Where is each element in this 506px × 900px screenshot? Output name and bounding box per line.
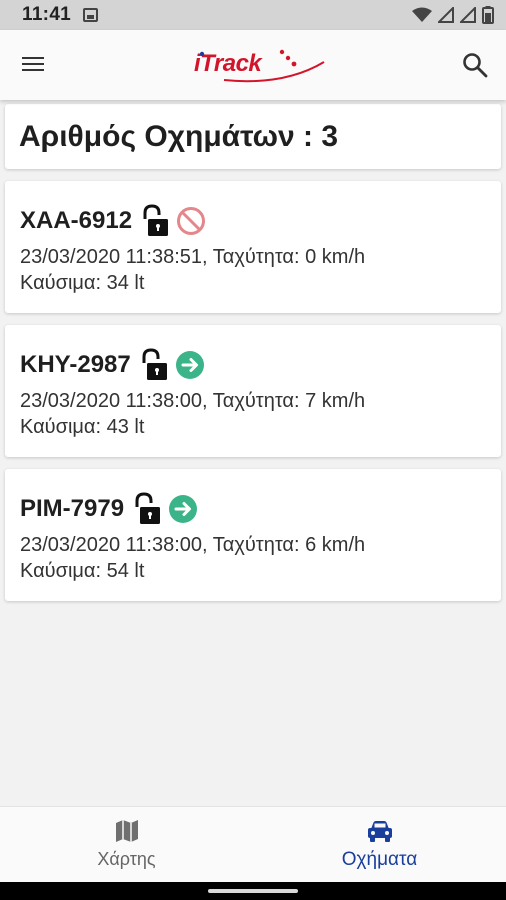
- vehicle-header: XAA-6912: [20, 203, 487, 239]
- image-icon: [83, 8, 99, 22]
- nav-label-map: Χάρτης: [97, 849, 156, 869]
- unlocked-icon: [143, 204, 169, 236]
- vehicle-fuel: Καύσιμα: 54 lt: [20, 560, 145, 582]
- signal-icon: [438, 7, 454, 23]
- blocked-icon: [177, 207, 206, 235]
- unlocked-icon: [142, 348, 167, 380]
- vehicle-list: Αριθμός Οχημάτων : 3 XAA-6912 23/03/2020…: [5, 104, 501, 601]
- vehicle-card[interactable]: XAA-6912 23/03/2020 11:38:51, Ταχύτητα: …: [5, 181, 501, 313]
- vehicle-plate: KHY-2987: [20, 351, 131, 378]
- map-icon: [115, 820, 138, 842]
- arrow-right-icon: [175, 351, 204, 379]
- arrow-right-icon: [169, 495, 198, 523]
- menu-icon[interactable]: [22, 53, 48, 77]
- vehicle-info: 23/03/2020 11:38:00, Ταχύτητα: 6 km/h: [20, 534, 366, 556]
- car-icon: [367, 820, 392, 842]
- nav-item-vehicles[interactable]: Οχήματα: [253, 807, 506, 882]
- app-logo: iTrack: [194, 44, 334, 86]
- vehicle-plate: XAA-6912: [20, 207, 133, 234]
- signal-icon: [460, 7, 476, 23]
- nav-label-vehicles: Οχήματα: [341, 848, 418, 870]
- vehicle-fuel: Καύσιμα: 34 lt: [20, 272, 145, 294]
- vehicle-count-title: Αριθμός Οχημάτων : 3: [19, 120, 339, 153]
- bottom-navigation: Χάρτης Οχήματα: [0, 806, 506, 882]
- nav-item-map[interactable]: Χάρτης: [0, 807, 253, 882]
- gesture-bar: [0, 882, 506, 900]
- status-time: 11:41: [22, 4, 72, 25]
- vehicle-fuel: Καύσιμα: 43 lt: [20, 416, 145, 438]
- gesture-handle[interactable]: [208, 889, 298, 893]
- vehicle-info: 23/03/2020 11:38:51, Ταχύτητα: 0 km/h: [20, 246, 366, 268]
- status-icons: [412, 6, 494, 24]
- vehicle-plate: PIM-7979: [20, 495, 125, 522]
- search-icon[interactable]: [462, 52, 488, 78]
- vehicle-info: 23/03/2020 11:38:00, Ταχύτητα: 7 km/h: [20, 390, 366, 412]
- wifi-icon: [412, 7, 432, 22]
- vehicle-header: PIM-7979: [20, 491, 487, 527]
- status-bar: 11:41: [0, 0, 506, 30]
- vehicle-card[interactable]: KHY-2987 23/03/2020 11:38:00, Ταχύτητα: …: [5, 325, 501, 457]
- logo-swoosh-icon: [199, 49, 325, 83]
- app-bar: iTrack: [0, 30, 506, 100]
- unlocked-icon: [135, 492, 161, 524]
- vehicle-header: KHY-2987: [20, 347, 487, 383]
- vehicle-count-card: Αριθμός Οχημάτων : 3: [5, 104, 501, 169]
- battery-icon: [482, 6, 494, 24]
- vehicle-card[interactable]: PIM-7979 23/03/2020 11:38:00, Ταχύτητα: …: [5, 469, 501, 601]
